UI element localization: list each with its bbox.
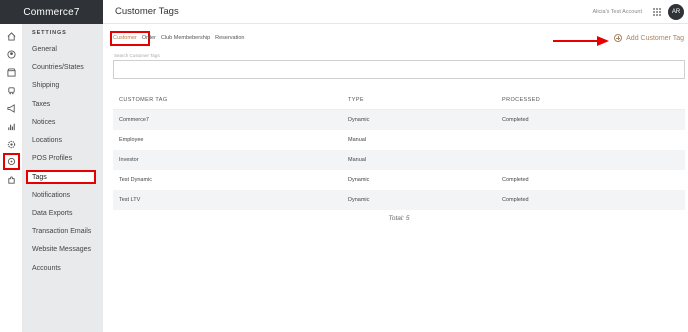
app: Commerce7 Customer Tags Alicia's Test Ac… — [0, 0, 688, 332]
table-row[interactable]: Test Dynamic Dynamic Completed — [113, 170, 685, 190]
cell-processed: Completed — [502, 117, 529, 123]
settings-menu: SETTINGS General Countries/States Shippi… — [23, 24, 103, 332]
store-icon[interactable] — [4, 65, 19, 80]
icon-rail — [0, 24, 23, 332]
apps-grid-icon[interactable] — [653, 8, 661, 16]
tab-reservation[interactable]: Reservation — [215, 35, 244, 41]
top-bar: Customer Tags Alicia's Test Account AR — [103, 0, 688, 24]
avatar[interactable]: AR — [668, 4, 684, 20]
cell-tag: Test LTV — [119, 197, 141, 203]
menu-item-taxes[interactable]: Taxes — [32, 101, 50, 108]
add-customer-tag-label: Add Customer Tag — [626, 34, 684, 42]
tab-order[interactable]: Order — [142, 35, 156, 41]
annotation-arrow-head — [597, 36, 609, 46]
tag-tabs: Customer Order Club Membebership Reserva… — [113, 35, 249, 41]
page-title: Customer Tags — [115, 6, 179, 17]
settings-circle-icon[interactable] — [3, 153, 20, 170]
customer-tags-table: CUSTOMER TAG TYPE PROCESSED Commerce7 Dy… — [113, 91, 685, 210]
menu-item-website-messages[interactable]: Website Messages — [32, 246, 91, 253]
account-name[interactable]: Alicia's Test Account — [592, 9, 642, 15]
header-customer-tag[interactable]: CUSTOMER TAG — [113, 97, 342, 103]
cell-type: Dynamic — [348, 177, 370, 183]
menu-item-locations[interactable]: Locations — [32, 137, 62, 144]
total-count: Total: 5 — [388, 215, 410, 222]
menu-item-notices[interactable]: Notices — [32, 119, 55, 126]
table-row[interactable]: Test LTV Dynamic Completed — [113, 190, 685, 210]
cell-type: Manual — [348, 137, 367, 143]
cell-tag: Employee — [119, 137, 144, 143]
cell-processed: Completed — [502, 197, 529, 203]
menu-heading: SETTINGS — [32, 30, 67, 36]
megaphone-icon[interactable] — [4, 101, 19, 116]
menu-item-shipping[interactable]: Shipping — [32, 82, 59, 89]
menu-item-tags[interactable]: Tags — [26, 170, 96, 184]
cell-tag: Investor — [119, 157, 139, 163]
header-type[interactable]: TYPE — [342, 97, 496, 103]
table-row[interactable]: Investor Manual — [113, 150, 685, 170]
annotation-arrow-shaft — [553, 40, 600, 42]
menu-item-accounts[interactable]: Accounts — [32, 265, 61, 272]
menu-item-transaction-emails[interactable]: Transaction Emails — [32, 228, 91, 235]
menu-item-data-exports[interactable]: Data Exports — [32, 210, 72, 217]
cell-type: Manual — [348, 157, 367, 163]
tab-club-membership[interactable]: Club Membebership — [161, 35, 210, 41]
cell-processed: Completed — [502, 177, 529, 183]
cell-type: Dynamic — [348, 117, 370, 123]
add-customer-tag-button[interactable]: Add Customer Tag — [614, 34, 684, 42]
search-input[interactable] — [113, 60, 685, 79]
table-row[interactable]: Employee Manual — [113, 130, 685, 150]
settings-gear-icon[interactable] — [4, 137, 19, 152]
header-processed[interactable]: PROCESSED — [496, 97, 685, 103]
home-icon[interactable] — [4, 29, 19, 44]
cart-icon[interactable] — [4, 83, 19, 98]
search-label: Search Customer Tags — [114, 53, 160, 58]
cell-tag: Commerce7 — [119, 117, 149, 123]
menu-item-notifications[interactable]: Notifications — [32, 192, 70, 199]
brand-logo[interactable]: Commerce7 — [0, 0, 103, 24]
table-header: CUSTOMER TAG TYPE PROCESSED — [113, 91, 685, 110]
users-icon[interactable] — [4, 47, 19, 62]
cell-type: Dynamic — [348, 197, 370, 203]
table-row[interactable]: Commerce7 Dynamic Completed — [113, 110, 685, 130]
cell-tag: Test Dynamic — [119, 177, 153, 183]
menu-item-countries-states[interactable]: Countries/States — [32, 64, 84, 71]
reports-icon[interactable] — [4, 119, 19, 134]
menu-item-general[interactable]: General — [32, 46, 57, 53]
plus-circle-icon — [614, 34, 623, 42]
menu-item-pos-profiles[interactable]: POS Profiles — [32, 155, 72, 162]
tab-customer[interactable]: Customer — [113, 35, 137, 41]
puzzle-icon[interactable] — [4, 173, 19, 188]
